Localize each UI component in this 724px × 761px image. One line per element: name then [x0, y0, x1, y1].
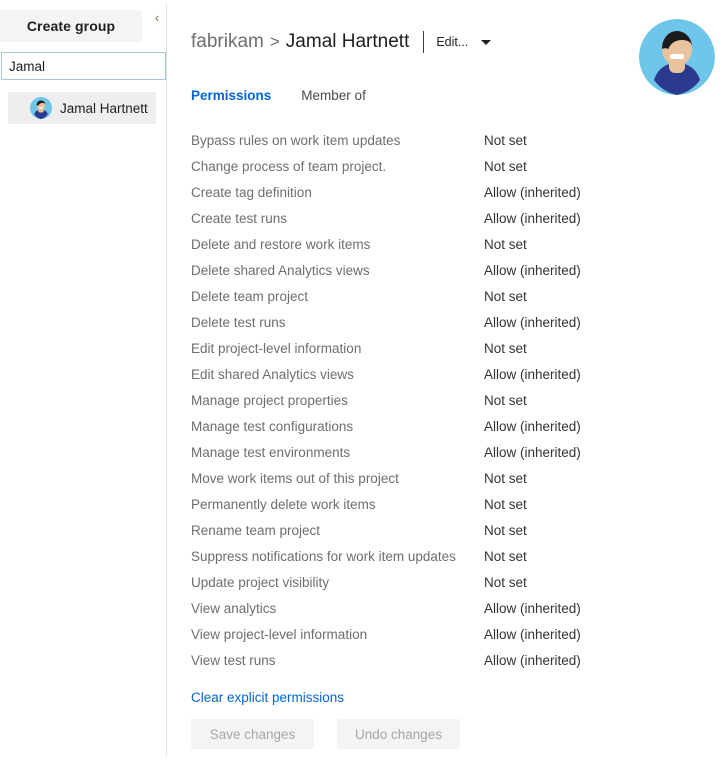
permission-value[interactable]: Not set — [484, 523, 527, 538]
list-item-label: Jamal Hartnett — [60, 100, 148, 116]
page-title: Jamal Hartnett — [285, 31, 410, 52]
table-row: Update project visibility Not set — [191, 569, 701, 595]
permission-name: Permanently delete work items — [191, 496, 376, 512]
permission-name: Create tag definition — [191, 184, 312, 200]
permission-name: Update project visibility — [191, 574, 330, 590]
table-row: View analytics Allow (inherited) — [191, 595, 701, 621]
table-row: Edit shared Analytics views Allow (inheri… — [191, 361, 701, 387]
permission-name: Bypass rules on work item updates — [191, 132, 401, 148]
permission-name: Delete team project — [191, 288, 309, 304]
table-row: Edit project-level information Not set — [191, 335, 701, 361]
permission-value[interactable]: Allow (inherited) — [484, 653, 581, 668]
permission-value[interactable]: Not set — [484, 471, 527, 486]
identity-result-list: Jamal Hartnett — [8, 92, 156, 124]
undo-button[interactable]: Undo changes — [337, 719, 460, 749]
permission-value[interactable]: Allow (inherited) — [484, 315, 581, 330]
permission-name: Delete shared Analytics views — [191, 262, 370, 278]
permission-value[interactable]: Not set — [484, 237, 527, 252]
permission-name: Change process of team project. — [191, 158, 387, 174]
table-row: View test runs Allow (inherited) — [191, 647, 701, 673]
list-item[interactable]: Jamal Hartnett — [8, 92, 156, 124]
permission-name: Delete and restore work items — [191, 236, 371, 252]
table-row: Delete shared Analytics views Allow (inhe… — [191, 257, 701, 283]
table-row: Delete and restore work items Not set — [191, 231, 701, 257]
breadcrumb-divider — [423, 31, 425, 53]
permission-value[interactable]: Allow (inherited) — [484, 211, 581, 226]
edit-menu-label: Edit... — [436, 35, 469, 49]
table-row: Create test runs Allow (inherited) — [191, 205, 701, 231]
table-row: Manage test configurations Allow (inherit… — [191, 413, 701, 439]
permission-value[interactable]: Not set — [484, 393, 527, 408]
table-row: Delete team project Not set — [191, 283, 701, 309]
breadcrumb: fabrikam > Jamal Hartnett Edit... — [191, 28, 492, 56]
permission-value[interactable]: Allow (inherited) — [484, 367, 581, 382]
table-row: Manage test environments Allow (inherited… — [191, 439, 701, 465]
permission-name: Move work items out of this project — [191, 470, 399, 486]
permission-name: Manage test configurations — [191, 418, 354, 434]
clear-explicit-permissions-link[interactable]: Clear explicit permissions — [191, 690, 344, 705]
identity-picker-panel: Create group Jamal Hartnett — [0, 0, 166, 761]
permission-value[interactable]: Allow (inherited) — [484, 263, 581, 278]
permission-name: Manage test environments — [191, 444, 351, 460]
tab-member-of[interactable]: Member of — [301, 88, 366, 103]
chevron-down-icon — [481, 39, 492, 45]
permission-name: View project-level information — [191, 626, 368, 642]
permission-value[interactable]: Not set — [484, 133, 527, 148]
create-group-button[interactable]: Create group — [0, 10, 142, 42]
table-row: View project-level information Allow (inh… — [191, 621, 701, 647]
edit-menu-button[interactable]: Edit... — [436, 35, 492, 49]
table-row: Manage project properties Not set — [191, 387, 701, 413]
permission-value[interactable]: Allow (inherited) — [484, 185, 581, 200]
permission-name: Manage project properties — [191, 392, 348, 408]
tab-permissions[interactable]: Permissions — [191, 88, 271, 103]
breadcrumb-org[interactable]: fabrikam — [191, 31, 264, 53]
permissions-table: Bypass rules on work item updates Not set… — [191, 127, 701, 673]
avatar[interactable] — [639, 19, 715, 95]
save-button[interactable]: Save changes — [191, 719, 314, 749]
permission-name: Suppress notifications for work item upd… — [191, 548, 456, 564]
permission-name: View test runs — [191, 652, 276, 668]
permission-value[interactable]: Not set — [484, 575, 527, 590]
permission-value[interactable]: Not set — [484, 159, 527, 174]
table-row: Delete test runs Allow (inherited) — [191, 309, 701, 335]
permission-name: Delete test runs — [191, 314, 286, 330]
permission-value[interactable]: Allow (inherited) — [484, 419, 581, 434]
search-input[interactable] — [1, 52, 166, 80]
permission-value[interactable]: Allow (inherited) — [484, 445, 581, 460]
permission-value[interactable]: Not set — [484, 549, 527, 564]
permission-name: View analytics — [191, 600, 277, 616]
table-row: Rename team project Not set — [191, 517, 701, 543]
permission-name: Create test runs — [191, 210, 288, 226]
user-avatar-icon — [30, 97, 52, 119]
tab-bar: Permissions Member of — [191, 88, 396, 103]
permission-value[interactable]: Allow (inherited) — [484, 601, 581, 616]
table-row: Change process of team project. Not set — [191, 153, 701, 179]
table-row: Permanently delete work items Not set — [191, 491, 701, 517]
permission-value[interactable]: Allow (inherited) — [484, 627, 581, 642]
permission-value[interactable]: Not set — [484, 497, 527, 512]
permission-name: Rename team project — [191, 522, 321, 538]
collapse-panel-icon[interactable]: ‹ — [150, 10, 164, 26]
identity-detail-panel: fabrikam > Jamal Hartnett Edit... Permis… — [167, 0, 724, 761]
permission-value[interactable]: Not set — [484, 289, 527, 304]
breadcrumb-separator: > — [269, 32, 280, 51]
action-button-group: Save changes Undo changes — [191, 719, 460, 749]
table-row: Move work items out of this project Not s… — [191, 465, 701, 491]
table-row: Create tag definition Allow (inherited) — [191, 179, 701, 205]
table-row: Bypass rules on work item updates Not set — [191, 127, 701, 153]
permission-name: Edit project-level information — [191, 340, 362, 356]
permission-value[interactable]: Not set — [484, 341, 527, 356]
permission-name: Edit shared Analytics views — [191, 366, 354, 382]
table-row: Suppress notifications for work item upd… — [191, 543, 701, 569]
